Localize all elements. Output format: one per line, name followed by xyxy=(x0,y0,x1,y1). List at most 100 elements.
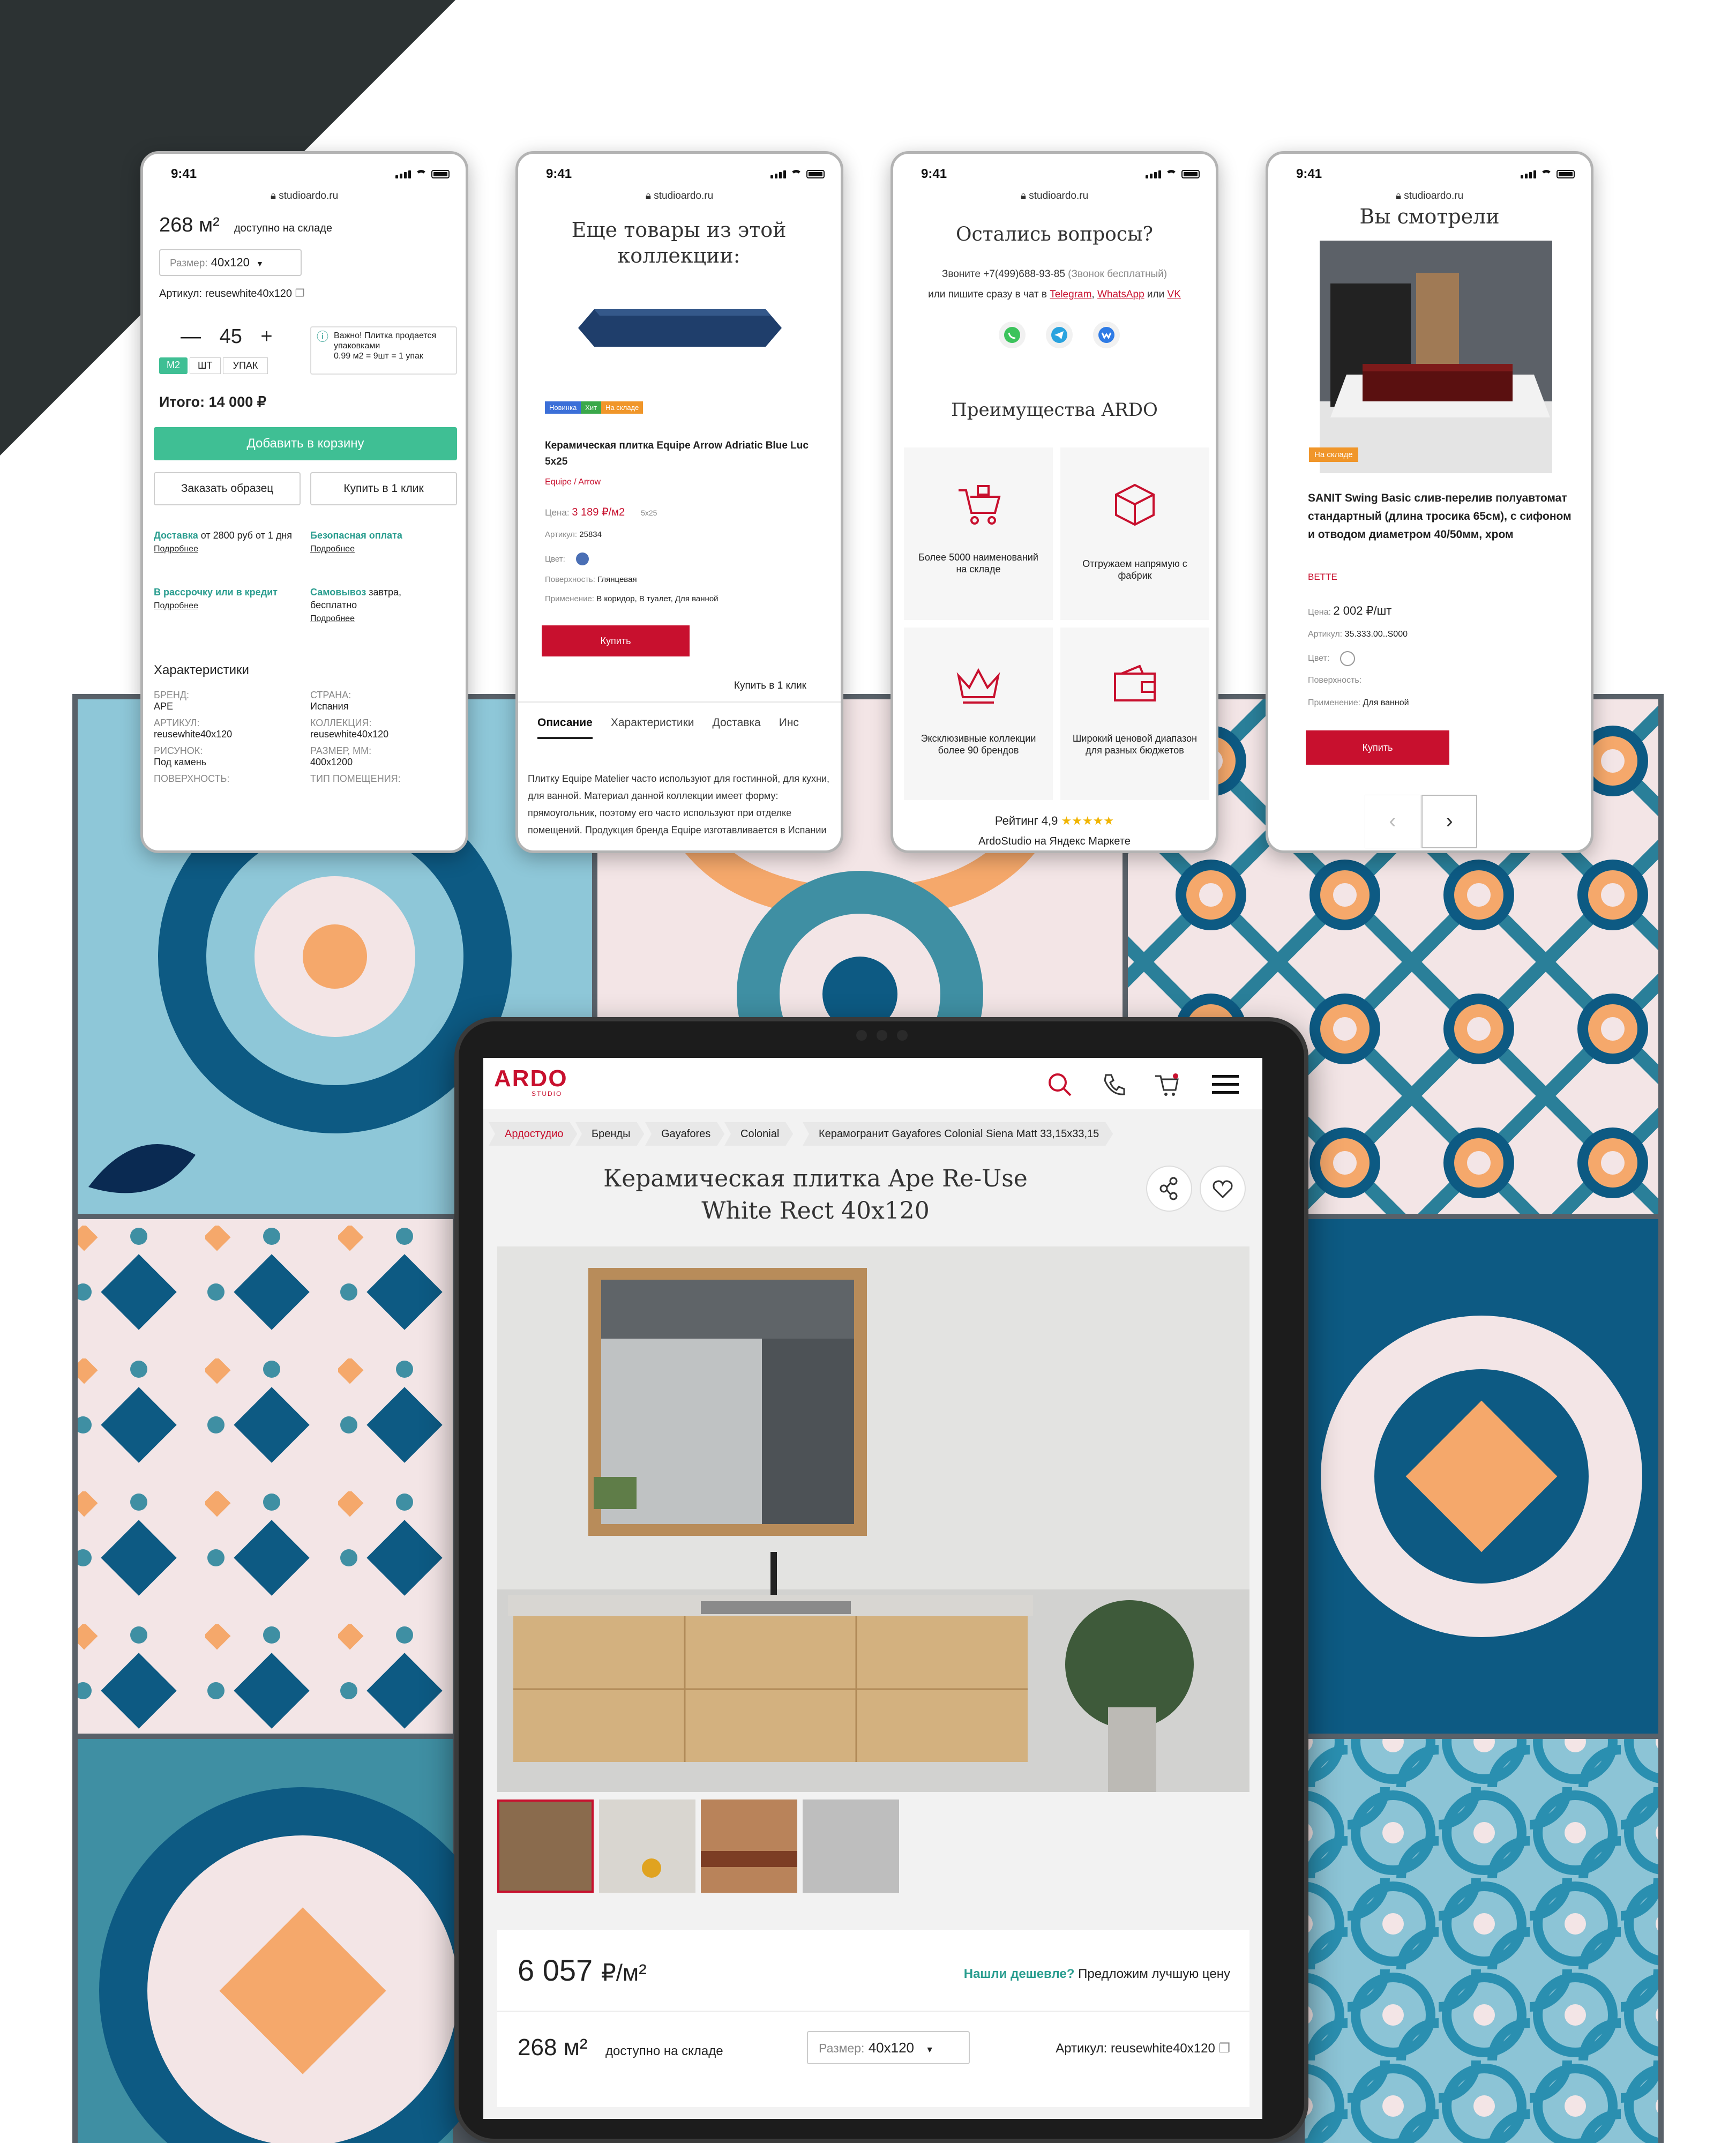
url-bar[interactable]: 🔒︎ studioardo.ru xyxy=(143,190,466,202)
phone-viewed: 9:41 🔒︎ studioardo.ru Вы смотрели На скл… xyxy=(1266,151,1593,853)
stock-quantity: 268 м² xyxy=(159,214,220,236)
buy-one-click-button[interactable]: Купить в 1 клик xyxy=(310,472,457,505)
search-icon[interactable] xyxy=(1046,1071,1074,1099)
buy-button[interactable]: Купить xyxy=(1306,730,1449,765)
tab-specs[interactable]: Характеристики xyxy=(611,716,694,739)
size-select[interactable]: Размер: 40x120 ▼ xyxy=(159,249,302,276)
camera xyxy=(812,1030,952,1045)
product-name[interactable]: SANIT Swing Basic слив-перелив полуавтом… xyxy=(1308,489,1576,544)
article: Артикул: reusewhite40x120 ❐ xyxy=(159,288,305,300)
breadcrumb-collection[interactable]: Colonial xyxy=(724,1122,793,1146)
phone-icon[interactable] xyxy=(1099,1071,1127,1099)
whatsapp-icon[interactable] xyxy=(998,321,1026,349)
crown-icon xyxy=(956,668,1000,704)
chevron-down-icon: ▼ xyxy=(256,259,264,268)
whatsapp-link[interactable]: WhatsApp xyxy=(1097,289,1144,300)
product-image[interactable] xyxy=(578,298,782,357)
wallet-icon xyxy=(1114,664,1156,701)
thumbnail[interactable] xyxy=(497,1799,594,1893)
color-swatch[interactable] xyxy=(575,552,589,565)
battery-icon xyxy=(431,170,450,178)
cheaper-text: Нашли дешевле? Предложим лучшую цену xyxy=(963,1967,1230,1981)
cart-icon[interactable] xyxy=(1153,1071,1181,1099)
qty-stepper[interactable]: — 45 + xyxy=(159,325,273,348)
usage-row: Применение: Для ванной xyxy=(1308,698,1409,707)
url-bar[interactable]: 🔒︎ studioardo.ru xyxy=(893,190,1216,202)
page-title: Керамическая плитка Ape Re-Use White Rect… xyxy=(603,1165,1028,1224)
prev-arrow-button[interactable]: ‹ xyxy=(1365,795,1420,848)
menu-icon[interactable] xyxy=(1212,1072,1240,1097)
url-bar[interactable]: 🔒︎ studioardo.ru xyxy=(518,190,841,202)
favorite-button[interactable] xyxy=(1199,1165,1246,1212)
more-link[interactable]: Подробнее xyxy=(310,544,355,554)
main-product-image[interactable] xyxy=(497,1246,1249,1792)
breadcrumb-home[interactable]: Ардостудио xyxy=(489,1122,577,1146)
breadcrumb-brand[interactable]: Gayafores xyxy=(645,1122,724,1146)
badge-hit: Хит xyxy=(581,401,602,414)
logo[interactable]: ARDO xyxy=(494,1065,568,1092)
vk-link[interactable]: VK xyxy=(1168,289,1181,300)
unit-selector[interactable]: М2 ШТ УПАК xyxy=(159,357,268,374)
feature-delivery: Доставка от 2800 руб от 1 дня Подробнее xyxy=(154,530,293,554)
tab-install[interactable]: Инс xyxy=(779,716,799,739)
more-link[interactable]: Подробнее xyxy=(154,544,198,554)
price-row: Цена: 2 002 ₽/шт xyxy=(1308,604,1392,617)
thumbnail[interactable] xyxy=(599,1799,695,1893)
contact-text: Звоните +7(499)688-93-85 (Звонок бесплат… xyxy=(928,268,1181,300)
product-brand[interactable]: Equipe / Arrow xyxy=(545,477,601,487)
breadcrumb-brands[interactable]: Бренды xyxy=(575,1122,644,1146)
thumbnail[interactable] xyxy=(803,1799,899,1893)
thumbnail[interactable] xyxy=(701,1799,797,1893)
color-swatch[interactable] xyxy=(1340,651,1356,666)
product-name[interactable]: Керамическая плитка Equipe Arrow Adriati… xyxy=(545,438,813,470)
color-row: Цвет: xyxy=(1308,651,1356,666)
lock-icon: 🔒︎ xyxy=(1020,190,1029,201)
usage-row: Применение: В коридор, В туалет, Для ван… xyxy=(545,594,719,603)
unit-m2[interactable]: М2 xyxy=(159,357,188,374)
plus-button[interactable]: + xyxy=(260,325,272,348)
signal-icon xyxy=(770,170,786,178)
buy-button[interactable]: Купить xyxy=(542,625,690,656)
badge-new: Новинка xyxy=(545,401,581,414)
unit-pcs[interactable]: ШТ xyxy=(190,357,221,374)
article-row: Артикул: 25834 xyxy=(545,530,602,539)
vk-icon[interactable] xyxy=(1093,321,1120,349)
tab-description[interactable]: Описание xyxy=(537,716,593,739)
next-arrow-button[interactable]: › xyxy=(1421,795,1477,848)
status-bar: 9:41 xyxy=(143,165,466,185)
chevron-down-icon: ▼ xyxy=(925,2045,934,2055)
product-brand[interactable]: BETTE xyxy=(1308,572,1337,583)
signal-icon xyxy=(395,170,411,178)
battery-icon xyxy=(806,170,825,178)
lock-icon: 🔒︎ xyxy=(1395,190,1404,201)
status-time: 9:41 xyxy=(546,167,572,181)
order-sample-button[interactable]: Заказать образец xyxy=(154,472,301,505)
size-select[interactable]: Размер: 40x120 ▼ xyxy=(807,2031,970,2064)
product-image[interactable] xyxy=(1320,241,1552,473)
surface-row: Поверхность: Глянцевая xyxy=(545,575,637,584)
telegram-link[interactable]: Telegram xyxy=(1050,289,1091,300)
buy-one-click-link[interactable]: Купить в 1 клик xyxy=(734,680,806,692)
price: 6 057 ₽/м² xyxy=(518,1953,647,1987)
share-button[interactable] xyxy=(1146,1165,1193,1212)
qty-value[interactable]: 45 xyxy=(220,325,242,348)
tab-delivery[interactable]: Доставка xyxy=(713,716,761,739)
stock-text: доступно на складе xyxy=(234,222,333,234)
chevron-left-icon: ‹ xyxy=(1389,809,1396,833)
more-link[interactable]: Подробнее xyxy=(310,614,355,623)
badge-stock: На складе xyxy=(1309,447,1358,462)
copy-icon: ❐ xyxy=(295,288,305,300)
badge-stock: На складе xyxy=(601,401,643,414)
rating-link[interactable]: ArdoStudio на Яндекс Маркете xyxy=(893,835,1216,848)
add-to-cart-button[interactable]: Добавить в корзину xyxy=(154,427,457,460)
status-time: 9:41 xyxy=(921,167,947,181)
minus-button[interactable]: — xyxy=(181,325,201,348)
more-link[interactable]: Подробнее xyxy=(154,601,198,610)
phone-link[interactable]: +7(499)688-93-85 xyxy=(983,268,1065,280)
feature-credit: В рассрочку или в кредит Подробнее xyxy=(154,587,278,610)
unit-pack[interactable]: УПАК xyxy=(222,357,268,374)
telegram-icon[interactable] xyxy=(1045,321,1073,349)
url-bar[interactable]: 🔒︎ studioardo.ru xyxy=(1268,190,1591,202)
cheaper-link[interactable]: Нашли дешевле? xyxy=(964,1967,1075,1981)
stock-quantity: 268 м² xyxy=(518,2034,588,2060)
